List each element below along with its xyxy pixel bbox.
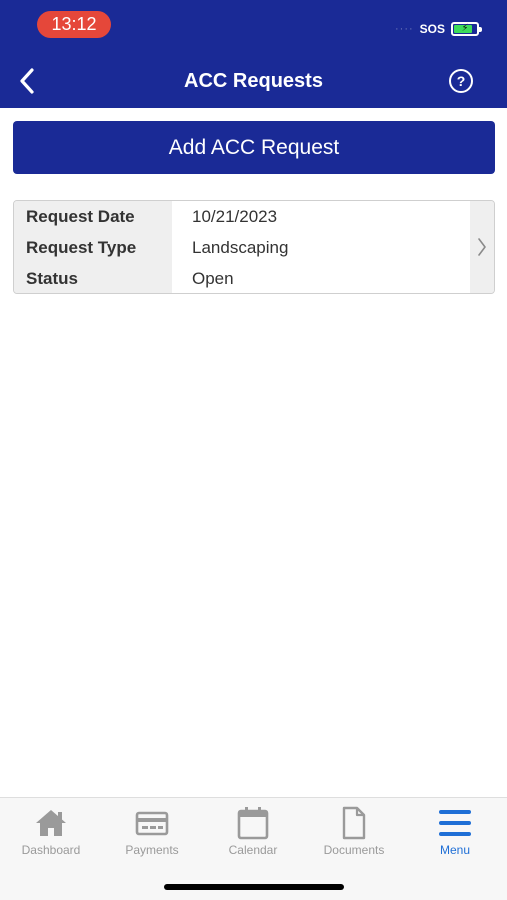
request-type-label: Request Type	[26, 238, 137, 257]
tab-documents[interactable]: Documents	[304, 804, 404, 864]
back-button[interactable]	[12, 64, 42, 98]
chevron-right-icon	[478, 238, 486, 256]
status-indicators: ···· SOS ⚡	[395, 19, 482, 39]
home-indicator[interactable]	[164, 884, 344, 890]
request-type-value: Landscaping	[192, 238, 289, 257]
document-icon	[342, 806, 366, 840]
chevron-left-icon	[20, 68, 34, 94]
status-value: Open	[192, 269, 234, 288]
tab-dashboard[interactable]: Dashboard	[1, 804, 101, 864]
tab-label-documents: Documents	[323, 843, 385, 857]
status-label: Status	[26, 269, 78, 288]
signal-icon: ····	[395, 23, 414, 35]
request-type-row: Request Type Landscaping	[14, 232, 494, 263]
request-open-chevron[interactable]	[470, 201, 494, 293]
page-title: ACC Requests	[184, 70, 323, 92]
charging-bolt-icon: ⚡	[461, 23, 469, 34]
tab-label-menu: Menu	[439, 843, 471, 857]
status-row: Status Open	[14, 263, 494, 293]
app-header: 13:12 ···· SOS ⚡ ACC Requests ?	[0, 0, 507, 108]
acc-requests-screen: 13:12 ···· SOS ⚡ ACC Requests ? Add ACC …	[0, 0, 507, 900]
tab-label-payments: Payments	[125, 843, 179, 857]
add-acc-request-button[interactable]: Add ACC Request	[13, 121, 495, 174]
credit-card-icon	[135, 811, 169, 836]
tab-payments[interactable]: Payments	[102, 804, 202, 864]
hamburger-menu-icon	[439, 810, 471, 836]
tab-menu[interactable]: Menu	[405, 804, 505, 864]
calendar-icon	[237, 807, 269, 840]
status-time: 13:12	[37, 11, 111, 38]
home-icon	[36, 810, 66, 836]
battery-icon: ⚡	[451, 22, 482, 36]
request-date-row: Request Date 10/21/2023	[14, 201, 494, 232]
tab-label-calendar: Calendar	[228, 843, 278, 857]
help-button[interactable]: ?	[449, 69, 473, 93]
tab-label-dashboard: Dashboard	[21, 843, 81, 857]
tab-calendar[interactable]: Calendar	[203, 804, 303, 864]
request-date-label: Request Date	[26, 207, 135, 226]
request-date-value: 10/21/2023	[192, 207, 278, 226]
question-circle-icon: ?	[456, 73, 466, 89]
carrier-label: SOS	[419, 22, 445, 36]
request-card[interactable]: Request Date 10/21/2023 Request Type Lan…	[13, 200, 495, 294]
